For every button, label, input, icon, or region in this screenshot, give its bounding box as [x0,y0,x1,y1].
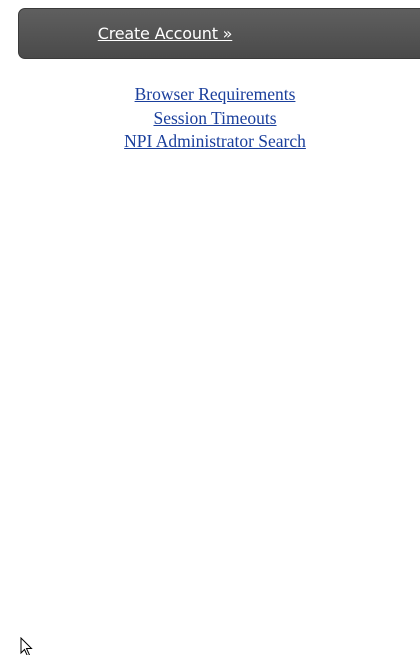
browser-requirements-link[interactable]: Browser Requirements [18,83,412,107]
npi-administrator-search-link[interactable]: NPI Administrator Search [18,130,412,154]
create-account-button[interactable]: Create Account » [18,8,420,59]
create-account-label: Create Account » [97,24,233,43]
session-timeouts-link[interactable]: Session Timeouts [18,107,412,131]
help-links: Browser Requirements Session Timeouts NP… [18,83,412,154]
mouse-pointer-icon [20,637,33,655]
